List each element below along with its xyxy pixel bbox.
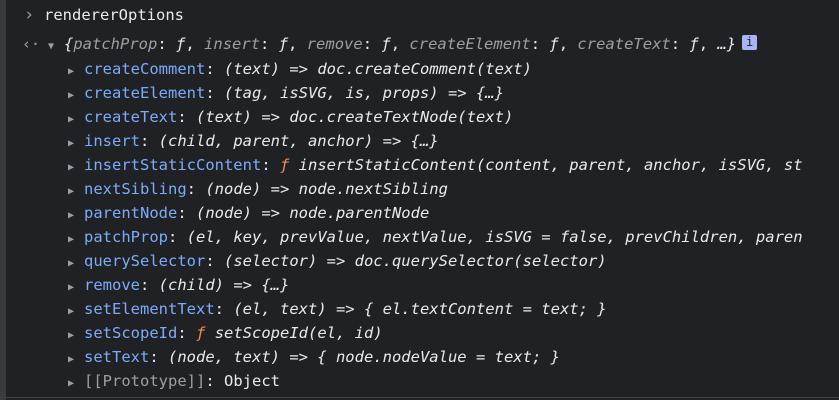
property-name: setText xyxy=(84,348,150,366)
property-value: insertStaticContent(content, parent, anc… xyxy=(298,156,803,174)
property-entry[interactable]: ▶ setText: (node, text) => { node.nodeVal… xyxy=(68,345,560,372)
function-marker: ƒ xyxy=(279,156,290,174)
property-entry[interactable]: ▶ createText: (text) => doc.createTextNod… xyxy=(68,105,513,132)
property-name: remove xyxy=(84,276,140,294)
property-name: parentNode xyxy=(84,204,178,222)
function-marker: ƒ xyxy=(196,324,206,342)
property-value: (el, key, prevValue, nextValue, isSVG = … xyxy=(186,228,803,246)
property-row[interactable]: ▶ createElement: (tag, isSVG, is, props) … xyxy=(0,81,839,105)
property-entry[interactable]: ▶ insert: (child, parent, anchor) => {…} xyxy=(68,129,439,156)
prototype-row[interactable]: ▶ [[Prototype]]: Object xyxy=(0,369,839,393)
property-row[interactable]: ▶ setText: (node, text) => { node.nodeVal… xyxy=(0,345,839,369)
property-name: querySelector xyxy=(84,252,206,270)
property-value: (node) => node.parentNode xyxy=(196,204,430,222)
property-value: (node, text) => { node.nodeValue = text;… xyxy=(168,348,560,366)
property-row[interactable]: ▶ patchProp: (el, key, prevValue, nextVal… xyxy=(0,225,839,249)
property-row[interactable]: ▶ createComment: (text) => doc.createComm… xyxy=(0,57,839,81)
summary-key: insert xyxy=(204,35,261,53)
property-name: setElementText xyxy=(84,300,215,318)
property-value: (child, parent, anchor) => {…} xyxy=(158,132,439,150)
console-input-row: › rendererOptions xyxy=(0,3,839,27)
object-summary[interactable]: ▼ {patchProp: ƒ, insert: ƒ, remove: ƒ, cr… xyxy=(48,32,758,59)
property-value: (el, text) => { el.textContent = text; } xyxy=(233,300,607,318)
property-name: insertStaticContent xyxy=(84,156,262,174)
property-entry[interactable]: ▶ setScopeId: ƒ setScopeId(el, id) xyxy=(68,321,383,348)
property-entry[interactable]: ▶ insertStaticContent: ƒ insertStaticCont… xyxy=(68,153,803,180)
property-name: createText xyxy=(84,108,178,126)
property-name: nextSibling xyxy=(84,180,187,198)
property-value: setScopeId(el, id) xyxy=(214,324,383,342)
property-value: (tag, isSVG, is, props) => {…} xyxy=(224,84,504,102)
prototype-value: Object xyxy=(224,372,280,390)
property-value: (text) => doc.createComment(text) xyxy=(224,60,532,78)
property-value: (selector) => doc.querySelector(selector… xyxy=(224,252,607,270)
expanded-triangle-icon[interactable]: ▼ xyxy=(48,35,64,59)
property-value: (text) => doc.createTextNode(text) xyxy=(196,108,514,126)
property-name: setScopeId xyxy=(84,324,178,342)
prototype-entry[interactable]: ▶ [[Prototype]]: Object xyxy=(68,369,280,396)
prototype-name: [[Prototype]] xyxy=(84,372,206,390)
property-name: createComment xyxy=(84,60,206,78)
property-row[interactable]: ▶ remove: (child) => {…} xyxy=(0,273,839,297)
collapsed-triangle-icon[interactable]: ▶ xyxy=(68,372,84,396)
info-icon[interactable]: i xyxy=(742,35,758,50)
summary-key: remove xyxy=(306,35,363,53)
summary-key: createElement xyxy=(409,35,531,53)
property-value: (child) => {…} xyxy=(158,276,290,294)
property-name: patchProp xyxy=(84,228,168,246)
result-arrow-icon: ‹· xyxy=(22,35,41,53)
property-row[interactable]: ▶ createText: (text) => doc.createTextNod… xyxy=(0,105,839,129)
property-entry[interactable]: ▶ createComment: (text) => doc.createComm… xyxy=(68,57,532,84)
property-entry[interactable]: ▶ patchProp: (el, key, prevValue, nextVal… xyxy=(68,225,803,252)
property-entry[interactable]: ▶ setElementText: (el, text) => { el.text… xyxy=(68,297,607,324)
console-result-row[interactable]: ‹· ▼ {patchProp: ƒ, insert: ƒ, remove: ƒ,… xyxy=(0,32,839,56)
property-entry[interactable]: ▶ querySelector: (selector) => doc.queryS… xyxy=(68,249,607,276)
prompt-chevron-icon: › xyxy=(24,5,35,25)
property-row[interactable]: ▶ insertStaticContent: ƒ insertStaticCont… xyxy=(0,153,839,177)
property-row[interactable]: ▶ querySelector: (selector) => doc.queryS… xyxy=(0,249,839,273)
property-row[interactable]: ▶ insert: (child, parent, anchor) => {…} xyxy=(0,129,839,153)
property-row[interactable]: ▶ setScopeId: ƒ setScopeId(el, id) xyxy=(0,321,839,345)
property-entry[interactable]: ▶ remove: (child) => {…} xyxy=(68,273,289,300)
property-row[interactable]: ▶ parentNode: (node) => node.parentNode xyxy=(0,201,839,225)
property-row[interactable]: ▶ nextSibling: (node) => node.nextSibling xyxy=(0,177,839,201)
property-value: (node) => node.nextSibling xyxy=(205,180,448,198)
property-entry[interactable]: ▶ parentNode: (node) => node.parentNode xyxy=(68,201,429,228)
console-command: rendererOptions xyxy=(44,6,184,24)
property-entry[interactable]: ▶ createElement: (tag, isSVG, is, props) … xyxy=(68,81,504,108)
property-name: createElement xyxy=(84,84,206,102)
property-entry[interactable]: ▶ nextSibling: (node) => node.nextSibling xyxy=(68,177,448,204)
summary-key: patchProp xyxy=(73,35,158,53)
property-name: insert xyxy=(84,132,140,150)
summary-key: createText xyxy=(577,35,671,53)
console-divider xyxy=(0,397,839,398)
property-row[interactable]: ▶ setElementText: (el, text) => { el.text… xyxy=(0,297,839,321)
